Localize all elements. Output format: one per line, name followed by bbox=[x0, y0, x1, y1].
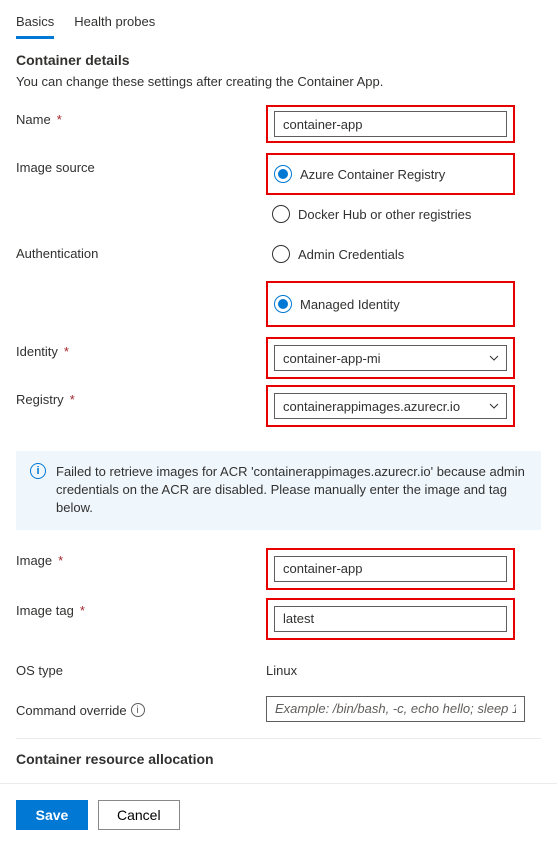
registry-label: Registry* bbox=[16, 385, 266, 407]
radio-acr[interactable]: Azure Container Registry bbox=[274, 159, 507, 189]
footer-bar: Save Cancel bbox=[0, 783, 557, 846]
radio-managed-identity[interactable]: Managed Identity bbox=[274, 289, 507, 319]
info-text: Failed to retrieve images for ACR 'conta… bbox=[56, 463, 527, 518]
image-source-label: Image source bbox=[16, 153, 266, 175]
registry-select[interactable]: containerappimages.azurecr.io bbox=[274, 393, 507, 419]
radio-docker[interactable]: Docker Hub or other registries bbox=[266, 199, 525, 229]
identity-select[interactable]: container-app-mi bbox=[274, 345, 507, 371]
info-icon: i bbox=[30, 463, 46, 479]
container-details-section: Container details You can change these s… bbox=[0, 40, 557, 437]
chevron-down-icon bbox=[488, 352, 500, 364]
identity-label: Identity* bbox=[16, 337, 266, 359]
radio-icon bbox=[274, 165, 292, 183]
save-button[interactable]: Save bbox=[16, 800, 88, 830]
section-desc: You can change these settings after crea… bbox=[16, 74, 541, 89]
os-type-value: Linux bbox=[266, 656, 525, 678]
image-input[interactable] bbox=[274, 556, 507, 582]
cancel-button[interactable]: Cancel bbox=[98, 800, 180, 830]
radio-icon bbox=[272, 205, 290, 223]
info-icon[interactable]: i bbox=[131, 703, 145, 717]
command-override-input[interactable] bbox=[266, 696, 525, 722]
radio-icon bbox=[274, 295, 292, 313]
tab-health-probes[interactable]: Health probes bbox=[74, 8, 155, 39]
image-tag-label: Image tag* bbox=[16, 596, 266, 618]
chevron-down-icon bbox=[488, 400, 500, 412]
section-title: Container details bbox=[16, 52, 541, 68]
image-label: Image* bbox=[16, 546, 266, 568]
radio-admin-credentials[interactable]: Admin Credentials bbox=[266, 239, 525, 269]
os-type-label: OS type bbox=[16, 656, 266, 678]
tab-bar: Basics Health probes bbox=[0, 0, 557, 40]
name-input[interactable] bbox=[274, 111, 507, 137]
command-override-label: Command override i bbox=[16, 696, 266, 718]
radio-icon bbox=[272, 245, 290, 263]
tab-basics[interactable]: Basics bbox=[16, 8, 54, 39]
authentication-label: Authentication bbox=[16, 239, 266, 261]
image-tag-input[interactable] bbox=[274, 606, 507, 632]
info-banner: i Failed to retrieve images for ACR 'con… bbox=[16, 451, 541, 530]
name-label: Name* bbox=[16, 105, 266, 127]
resource-allocation-title: Container resource allocation bbox=[16, 751, 541, 767]
